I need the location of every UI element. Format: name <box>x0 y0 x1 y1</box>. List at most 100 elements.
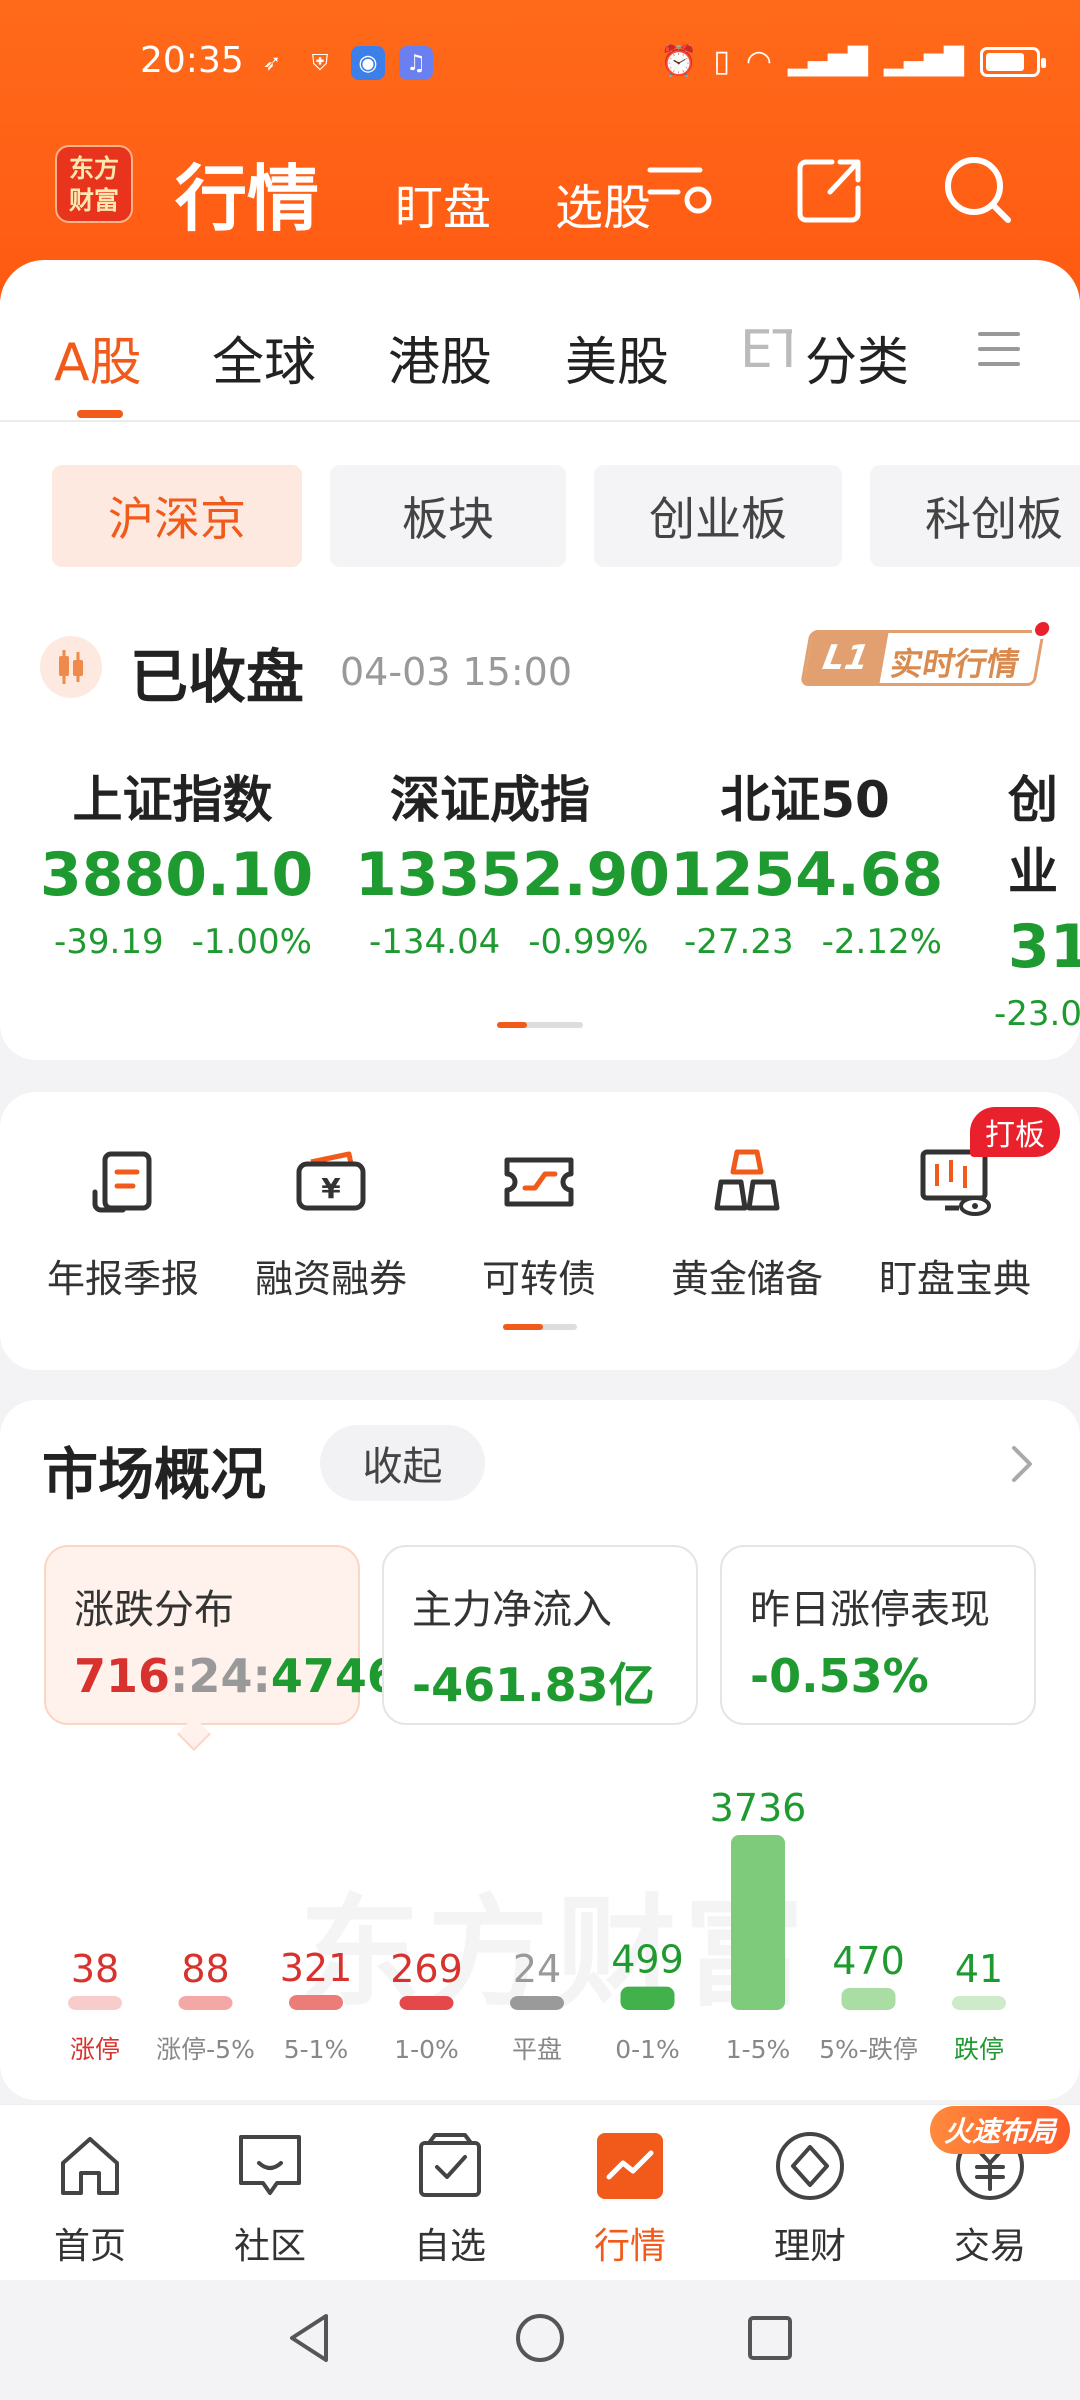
convertible-bond-icon <box>504 1157 574 1207</box>
chip-chinext[interactable]: 创业板 <box>594 465 842 567</box>
chip-shsz[interactable]: 沪深京 <box>52 465 302 567</box>
tool-convertible[interactable]: 可转债 <box>444 1142 634 1303</box>
system-nav-bar <box>0 2280 1080 2400</box>
session-time: 04-03 15:00 <box>340 650 573 694</box>
l1-realtime-badge[interactable]: L1 实时行情 <box>800 619 1054 686</box>
app-logo[interactable]: 东方 财富 <box>55 145 133 223</box>
index-value: 31 <box>1008 912 1080 982</box>
distribution-bar <box>620 1986 675 2010</box>
distribution-bar <box>841 1987 896 2010</box>
nav-label: 理财 <box>773 2226 846 2267</box>
settings-filter-icon[interactable] <box>640 150 720 230</box>
nav-market[interactable]: 行情 <box>565 2127 695 2269</box>
menu-icon[interactable] <box>978 332 1020 377</box>
distribution-count: 88 <box>181 1947 229 1991</box>
distribution-count: 321 <box>280 1946 353 1990</box>
market-tabs: A股 全球 港股 美股 ET 分类 <box>0 320 1080 420</box>
status-right-icons: ⏰ ▯ ◠ ▂▄▆█ ▂▄▆█ <box>660 44 1046 79</box>
status-time: 20:35 <box>140 40 244 81</box>
search-icon[interactable] <box>938 150 1018 230</box>
chevron-right-icon[interactable] <box>1006 1440 1038 1488</box>
index-name: 深证成指 <box>390 771 590 829</box>
index-carousel: 上证指数 3880.10 -39.19 -1.00% 深证成指 13352.90 … <box>0 760 1080 1034</box>
tab-hk[interactable]: 港股 <box>388 320 492 395</box>
tool-label: 可转债 <box>481 1257 596 1301</box>
stat-value: -461.83亿 <box>412 1658 655 1712</box>
realtime-label: 实时行情 <box>887 645 1023 683</box>
report-icon <box>92 1151 152 1213</box>
stat-label: 主力净流入 <box>412 1587 612 1633</box>
stat-main-inflow[interactable]: 主力净流入 -461.83亿 <box>382 1545 698 1725</box>
index-value: 13352.90 <box>355 840 671 910</box>
community-icon <box>239 2135 301 2195</box>
chip-sector[interactable]: 板块 <box>330 465 566 567</box>
index-cyb[interactable]: 创业 31 -23.0 <box>990 760 1080 1034</box>
tool-label: 盯盘宝典 <box>878 1257 1031 1301</box>
status-left-icons: ➶ ⛨ ◉ ♫ <box>255 46 433 80</box>
stat-value: -0.53% <box>750 1649 929 1703</box>
tool-monitor-guide[interactable]: 盯盘宝典 <box>860 1142 1050 1303</box>
tab-us[interactable]: 美股 <box>565 320 669 395</box>
nav-wealth[interactable]: 理财 <box>745 2127 875 2269</box>
recents-icon[interactable] <box>740 2308 800 2368</box>
bottom-nav: 首页 社区 自选 行情 理财 交易 <box>0 2104 1080 2280</box>
signal-icon: ▂▄▆█ <box>788 46 869 77</box>
chip-star[interactable]: 科创板 <box>870 465 1080 567</box>
market-icon <box>597 2133 663 2199</box>
distribution-count: 24 <box>513 1947 561 1991</box>
tab-etf[interactable]: ET <box>740 320 792 380</box>
tool-label: 年报季报 <box>46 1257 199 1301</box>
index-name: 上证指数 <box>72 771 273 829</box>
tab-stock-picker[interactable]: 选股 <box>555 168 651 238</box>
nav-community[interactable]: 社区 <box>205 2127 335 2269</box>
tool-gold[interactable]: 黄金储备 <box>652 1142 842 1303</box>
index-sh[interactable]: 上证指数 3880.10 -39.19 -1.00% <box>40 760 313 962</box>
promo-badge[interactable]: 火速布局 <box>930 2106 1070 2154</box>
tab-a-shares[interactable]: A股 <box>54 320 142 395</box>
page-title[interactable]: 行情 <box>175 140 319 245</box>
index-bz50[interactable]: 北证50 1254.68 -27.23 -2.12% <box>670 760 944 962</box>
collapse-button[interactable]: 收起 <box>320 1425 485 1501</box>
tools-card: 年报季报 ¥ 融资融券 可转债 黄金储备 盯盘宝典 <box>0 1092 1080 1370</box>
distribution-count: 38 <box>71 1947 119 1991</box>
tool-annual-report[interactable]: 年报季报 <box>28 1142 218 1303</box>
index-change: -23.0 <box>994 994 1080 1034</box>
distribution-label: 涨停-5% <box>156 2035 255 2064</box>
stat-limit-up-performance[interactable]: 昨日涨停表现 -0.53% <box>720 1545 1036 1725</box>
tool-margin[interactable]: ¥ 融资融券 <box>236 1142 426 1303</box>
index-sz[interactable]: 深证成指 13352.90 -134.04 -0.99% <box>355 760 671 962</box>
back-icon[interactable] <box>280 2308 340 2368</box>
battery-icon <box>980 46 1046 77</box>
session-row: 已收盘 04-03 15:00 L1 实时行情 <box>40 619 1054 711</box>
market-card: A股 全球 港股 美股 ET 分类 沪深京 板块 创业板 科创板 已收盘 04-… <box>0 260 1080 1060</box>
logo-text-1: 东方 <box>68 154 119 183</box>
stat-label: 涨跌分布 <box>74 1587 234 1633</box>
music-icon: ♫ <box>399 46 433 80</box>
distribution-label: 0-1% <box>615 2035 680 2064</box>
distribution-label: 涨停 <box>70 2035 120 2064</box>
stat-distribution[interactable]: 涨跌分布 716:24:4746 <box>44 1545 399 1725</box>
index-value: 1254.68 <box>670 840 944 910</box>
margin-icon: ¥ <box>296 1151 366 1211</box>
nav-watchlist[interactable]: 自选 <box>385 2127 515 2269</box>
distribution-bar <box>510 1996 564 2010</box>
session-status: 已收盘 <box>130 643 305 711</box>
distribution-bar <box>399 1996 454 2010</box>
distribution-bar <box>952 1996 1006 2010</box>
nav-label: 交易 <box>953 2226 1026 2267</box>
gold-icon <box>714 1149 780 1211</box>
hot-badge: 打板 <box>970 1107 1060 1157</box>
tab-global[interactable]: 全球 <box>212 320 316 395</box>
home-circle-icon[interactable] <box>510 2308 570 2368</box>
top-banner: 20:35 ➶ ⛨ ◉ ♫ ⏰ ▯ ◠ ▂▄▆█ ▂▄▆█ 东方 财富 行情 盯… <box>0 0 1080 300</box>
carousel-indicator <box>497 1022 583 1028</box>
vibrate-icon: ▯ <box>713 44 730 79</box>
index-name: 创业 <box>1008 771 1058 901</box>
share-icon[interactable] <box>790 150 870 230</box>
tab-watch[interactable]: 盯盘 <box>395 168 491 238</box>
distribution-chart: 38 涨停 88 涨停-5% 321 5-1% 269 1-0% 24 平盘 499 0-1% 3736… <box>68 1786 1006 2064</box>
index-change: -39.19 -1.00% <box>54 922 312 962</box>
distribution-bar <box>178 1996 233 2010</box>
tab-category[interactable]: 分类 <box>805 320 909 395</box>
nav-home[interactable]: 首页 <box>25 2127 155 2269</box>
